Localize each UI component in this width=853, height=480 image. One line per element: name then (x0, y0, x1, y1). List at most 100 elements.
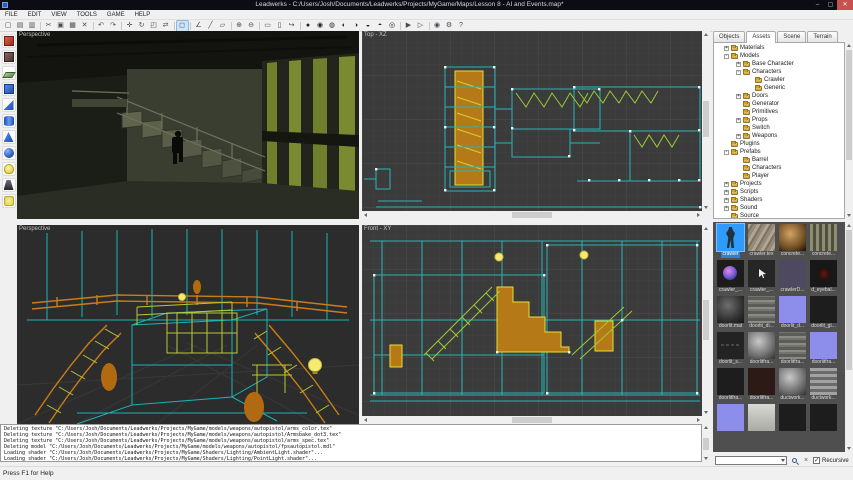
vertical-scrollbar[interactable] (702, 31, 710, 211)
scroll-down-arrow[interactable] (847, 214, 851, 217)
tree-item[interactable]: + Props (714, 116, 844, 124)
panel-tab[interactable]: Scene (777, 31, 806, 42)
tree-item[interactable]: - Models (714, 52, 844, 60)
tree-expander[interactable]: + (724, 190, 729, 195)
undo-icon[interactable]: ↶ (96, 21, 107, 31)
search-button[interactable] (789, 456, 799, 466)
asset-thumbnail[interactable]: crawler_... (746, 260, 777, 294)
save-icon[interactable]: ▥ (27, 21, 38, 31)
asset-thumbnail[interactable] (746, 404, 777, 431)
tree-item[interactable]: - Prefabs (714, 148, 844, 156)
horizontal-scrollbar[interactable] (362, 416, 702, 424)
menu-item[interactable]: VIEW (46, 10, 71, 20)
asset-thumbnail[interactable]: crawler.tex (746, 224, 777, 258)
tree-expander[interactable]: - (724, 150, 729, 155)
redo-icon[interactable]: ↷ (108, 21, 119, 31)
tree-item[interactable]: Generic (714, 84, 844, 92)
vertical-scrollbar[interactable] (702, 225, 710, 416)
asset-thumbnail[interactable]: doorlit.mat (715, 296, 746, 330)
tree-expander[interactable]: + (736, 94, 741, 99)
asset-thumbnail[interactable]: doorlit_s... (715, 332, 746, 366)
select-object-icon[interactable] (2, 34, 16, 48)
asset-thumbnail[interactable]: crawler (715, 224, 746, 258)
close-button[interactable]: ✕ (837, 0, 853, 10)
tree-expander[interactable]: - (736, 70, 741, 75)
scroll-left-arrow[interactable] (364, 213, 367, 217)
scroll-down-arrow[interactable] (847, 447, 851, 450)
viewport-perspective-bottom[interactable]: Perspective (17, 225, 359, 424)
asset-thumbnail[interactable]: concrete... (777, 224, 808, 258)
scale-tool-icon[interactable]: ◰ (148, 21, 159, 31)
new-file-icon[interactable]: ▢ (3, 21, 14, 31)
tree-item[interactable]: + Projects (714, 180, 844, 188)
asset-thumbnail[interactable]: doorlitfra... (746, 368, 777, 402)
asset-thumbnail[interactable]: ductwork... (777, 368, 808, 402)
mirror-tool-icon[interactable]: ⇄ (160, 21, 171, 31)
scroll-down-arrow[interactable] (704, 206, 708, 209)
console-scrollbar[interactable] (702, 424, 710, 462)
clear-search-button[interactable]: × (801, 456, 811, 466)
point-light-icon[interactable] (2, 162, 16, 176)
tree-item[interactable]: + Base Character (714, 60, 844, 68)
asset-thumbnail[interactable]: doorlitfra... (715, 368, 746, 402)
scroll-right-arrow[interactable] (697, 213, 700, 217)
tree-item[interactable]: + Doors (714, 92, 844, 100)
asset-thumbnail[interactable]: doorlit_gl... (808, 296, 839, 330)
tree-item[interactable]: Plugins (714, 140, 844, 148)
asset-thumbnail[interactable] (715, 404, 746, 431)
tree-expander[interactable]: + (736, 118, 741, 123)
thumbnail-scrollbar[interactable] (845, 222, 853, 452)
viewport-top-xz[interactable]: Top - XZ (362, 31, 702, 211)
edge-tool-icon[interactable]: ╱ (205, 21, 216, 31)
view-wireframe-icon[interactable]: ◉ (315, 21, 326, 31)
paste-icon[interactable]: ▦ (67, 21, 78, 31)
help-icon[interactable]: ? (456, 21, 467, 31)
cone-brush-icon[interactable] (2, 130, 16, 144)
viewport-perspective-top[interactable]: Perspective (17, 31, 359, 219)
tree-item[interactable]: Primitives (714, 108, 844, 116)
sphere-brush-icon[interactable] (2, 146, 16, 160)
asset-thumbnail[interactable]: doorlit_d... (777, 296, 808, 330)
link-icon[interactable]: ↪ (286, 21, 297, 31)
tree-item[interactable]: Switch (714, 124, 844, 132)
collapse-selection-icon[interactable]: ▯ (274, 21, 285, 31)
wedge-brush-icon[interactable] (2, 98, 16, 112)
copy-icon[interactable]: ▣ (55, 21, 66, 31)
scroll-right-arrow[interactable] (697, 418, 700, 422)
asset-thumbnail[interactable]: doorlitfra... (746, 332, 777, 366)
tree-item[interactable]: - Characters (714, 68, 844, 76)
recursive-checkbox[interactable]: ✓ (813, 457, 820, 464)
tree-item[interactable]: Source (714, 212, 844, 219)
zoom-in-icon[interactable]: ⊕ (234, 21, 245, 31)
tree-item[interactable]: + Weapons (714, 132, 844, 140)
scroll-up-arrow[interactable] (704, 426, 708, 429)
tree-expander[interactable]: + (736, 62, 741, 67)
asset-thumbnail[interactable]: doorlitfra... (808, 332, 839, 366)
minimize-button[interactable]: – (811, 0, 824, 10)
box-brush-icon[interactable] (2, 82, 16, 96)
asset-thumbnail[interactable] (777, 404, 808, 431)
cut-icon[interactable]: ✂ (43, 21, 54, 31)
scroll-up-arrow[interactable] (704, 227, 708, 230)
asset-thumbnail[interactable]: concrete... (808, 224, 839, 258)
tree-item[interactable]: + Scripts (714, 188, 844, 196)
viewport-front-xy[interactable]: Front - XY (362, 225, 702, 416)
asset-thumbnail[interactable]: d_eyebal... (808, 260, 839, 294)
filter-dropdown[interactable] (715, 456, 787, 465)
scroll-left-arrow[interactable] (364, 418, 367, 422)
open-file-icon[interactable]: ▤ (15, 21, 26, 31)
asset-thumbnail[interactable]: ductwork... (808, 368, 839, 402)
view-left-icon[interactable]: ◒ (363, 21, 374, 31)
cylinder-brush-icon[interactable] (2, 114, 16, 128)
options-icon[interactable]: ⚙ (444, 21, 455, 31)
tree-expander[interactable]: - (724, 54, 729, 59)
terrain-plane-icon[interactable] (2, 66, 16, 80)
zoom-out-icon[interactable]: ⊖ (246, 21, 257, 31)
scroll-down-arrow[interactable] (704, 457, 708, 460)
move-tool-icon[interactable]: ✛ (124, 21, 135, 31)
view-textured-icon[interactable]: ◍ (327, 21, 338, 31)
ambient-light-icon[interactable] (2, 194, 16, 208)
rotate-tool-icon[interactable]: ↻ (136, 21, 147, 31)
tree-item[interactable]: Barrel (714, 156, 844, 164)
asset-thumbnail[interactable]: crawlerD... (777, 260, 808, 294)
